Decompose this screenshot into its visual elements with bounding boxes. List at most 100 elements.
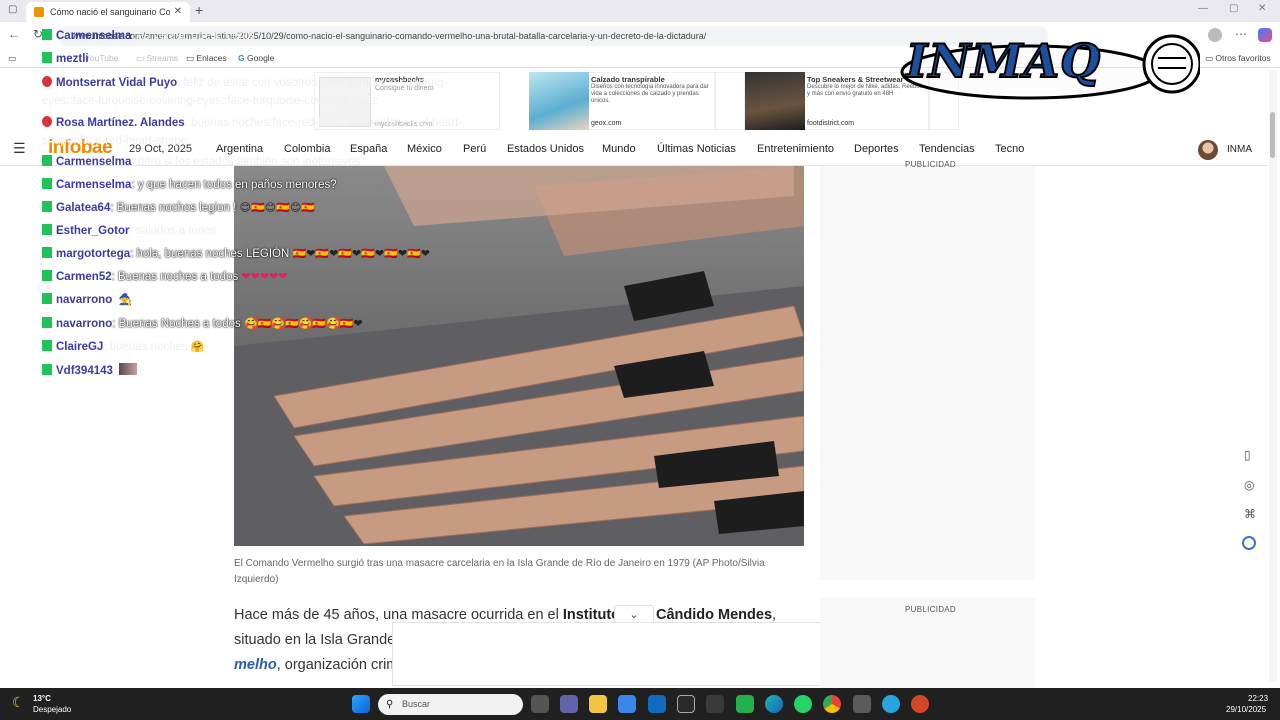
member-badge-icon bbox=[42, 247, 52, 258]
chat-user: Rosa Martínez. Alandes bbox=[56, 117, 185, 129]
task-view-icon[interactable] bbox=[531, 695, 549, 713]
article-photo bbox=[234, 166, 804, 546]
clock-time[interactable]: 22:23 bbox=[1248, 694, 1268, 703]
chat-user: ClaireGJ bbox=[56, 341, 104, 353]
close-window-icon[interactable]: ✕ bbox=[1258, 3, 1266, 14]
chat-user: meztli bbox=[56, 53, 89, 65]
chat-message: navarrono: Buenas Noches a todos 🥰🇪🇸🥰🇪🇸🥰… bbox=[42, 317, 363, 330]
para-text-3: , organización crim bbox=[276, 657, 399, 673]
new-tab-icon[interactable]: + bbox=[195, 2, 203, 18]
browser-tab-bar: ▢ Cómo nació el sanguinario Coma ✕ + — ▢… bbox=[0, 0, 1280, 22]
more-menu-icon[interactable]: ⋯ bbox=[1235, 27, 1247, 41]
chat-text: : es verdad que la gente bbox=[131, 30, 255, 42]
scrollbar-thumb[interactable] bbox=[1270, 112, 1275, 158]
chat-user: Carmenselma bbox=[56, 30, 132, 42]
moderator-badge-icon bbox=[42, 116, 52, 127]
other-favorites[interactable]: ▭ Otros favoritos bbox=[1205, 53, 1271, 64]
telegram-icon[interactable] bbox=[882, 695, 900, 713]
reader-mode-icon[interactable]: ▯ bbox=[1244, 448, 1251, 462]
nav-mundo[interactable]: Mundo bbox=[602, 143, 636, 155]
whatsapp-icon[interactable] bbox=[794, 695, 812, 713]
tab-actions-icon[interactable]: ▢ bbox=[8, 4, 17, 15]
nav-tendencias[interactable]: Tendencias bbox=[919, 143, 975, 155]
chat-message: Vdf394143: bbox=[42, 363, 138, 377]
chat-user: Carmen52 bbox=[56, 271, 112, 283]
sidebar-toggle-icon[interactable]: ▭ bbox=[8, 53, 16, 64]
article-link[interactable]: melho bbox=[234, 657, 277, 673]
infobae-favicon-icon bbox=[34, 7, 44, 17]
nav-deportes[interactable]: Deportes bbox=[854, 143, 899, 155]
nav-tecno[interactable]: Tecno bbox=[995, 143, 1024, 155]
chat-message: margotortega: hola, buenas noches LEGIÓN… bbox=[42, 247, 430, 260]
member-badge-icon bbox=[42, 178, 52, 189]
ad-text: Diseños con tecnología innovadora para d… bbox=[591, 84, 709, 104]
hug-emoji-icon: 🤗 bbox=[190, 341, 205, 353]
chat-user: Carmenselma bbox=[56, 179, 132, 191]
assistant-icon[interactable] bbox=[1242, 536, 1256, 550]
chat-user: Esther_Gotor bbox=[56, 225, 130, 237]
copilot-icon[interactable] bbox=[1258, 28, 1272, 42]
powerpoint-icon[interactable] bbox=[911, 695, 929, 713]
hamburger-menu-icon[interactable]: ☰ bbox=[13, 140, 26, 157]
back-icon[interactable]: ← bbox=[8, 27, 20, 41]
file-explorer-icon[interactable] bbox=[589, 695, 607, 713]
article-paragraph-line3: melho, organización crim bbox=[234, 653, 398, 678]
member-badge-icon bbox=[42, 340, 52, 351]
nav-estados-unidos[interactable]: Estados Unidos bbox=[507, 143, 584, 155]
extensions-icon[interactable]: ⌘ bbox=[1244, 507, 1256, 521]
user-name[interactable]: INMA bbox=[1227, 144, 1252, 155]
outlook-icon[interactable] bbox=[648, 695, 666, 713]
chat-text: : pero si los estados también son inofen… bbox=[131, 156, 361, 168]
settings-app-icon[interactable] bbox=[706, 695, 724, 713]
ad-title: Calzado transpirable bbox=[591, 75, 665, 84]
tab-title: Cómo nació el sanguinario Coma bbox=[50, 7, 170, 17]
search-icon: ⚲ bbox=[386, 699, 394, 710]
close-tab-icon[interactable]: ✕ bbox=[174, 2, 182, 22]
fav-streams[interactable]: ▭ Streams bbox=[136, 53, 178, 64]
sticker-image bbox=[119, 363, 138, 375]
sidebar-ad-1[interactable] bbox=[820, 166, 1035, 580]
chrome-icon[interactable] bbox=[823, 695, 841, 713]
fav-youtube[interactable]: YouTube bbox=[85, 53, 118, 63]
stream-logo-text: INMAQ bbox=[905, 33, 1102, 89]
share-icon[interactable]: ◎ bbox=[1244, 478, 1254, 492]
ad-url: geox.com bbox=[591, 120, 622, 127]
weather-temp[interactable]: 13°C bbox=[33, 694, 51, 703]
ad-geox-image[interactable] bbox=[529, 72, 589, 130]
nav-ultimas-noticias[interactable]: Últimas Noticias bbox=[657, 143, 736, 155]
emoji-icon: 🧙 bbox=[118, 294, 133, 306]
member-badge-icon bbox=[42, 293, 52, 304]
sidebar-ad-label-1: PUBLICIDAD bbox=[905, 160, 957, 169]
browser-tab[interactable]: Cómo nació el sanguinario Coma ✕ bbox=[26, 2, 190, 22]
store-icon[interactable] bbox=[618, 695, 636, 713]
chat-text: : Buenas nochos legion ! bbox=[110, 202, 240, 214]
video-overlay-panel[interactable] bbox=[392, 622, 879, 686]
fav-google[interactable]: G Google bbox=[238, 53, 274, 63]
maximize-icon[interactable]: ▢ bbox=[1229, 3, 1238, 14]
fav-enlaces[interactable]: ▭ Enlaces bbox=[186, 53, 227, 64]
edge-browser-icon[interactable] bbox=[765, 695, 783, 713]
ad-separator bbox=[715, 72, 745, 130]
member-badge-icon bbox=[42, 364, 52, 375]
green-app-icon[interactable] bbox=[736, 695, 754, 713]
photos-app-icon[interactable] bbox=[853, 695, 871, 713]
minimize-icon[interactable]: — bbox=[1198, 3, 1208, 14]
chat-message: meztli bbox=[42, 52, 89, 65]
weather-desc[interactable]: Despejado bbox=[33, 705, 71, 714]
teams-icon[interactable] bbox=[560, 695, 578, 713]
member-badge-icon bbox=[42, 29, 52, 40]
page-scrollbar[interactable] bbox=[1269, 70, 1277, 682]
profile-icon[interactable] bbox=[1208, 28, 1222, 42]
weather-moon-icon[interactable]: ☾ bbox=[12, 694, 25, 711]
para-text: Hace más de 45 años, una masacre ocurrid… bbox=[234, 607, 563, 623]
start-windows-icon[interactable] bbox=[352, 695, 370, 713]
chat-message: navarrono: 🧙 bbox=[42, 293, 132, 306]
ad-geox[interactable]: Calzado transpirable Diseños con tecnolo… bbox=[589, 72, 715, 130]
user-avatar[interactable] bbox=[1198, 140, 1218, 160]
ad-footdistrict-image[interactable] bbox=[745, 72, 805, 130]
clock-date[interactable]: 29/10/2025 bbox=[1226, 705, 1266, 714]
taskbar-search[interactable]: ⚲ Buscar bbox=[378, 694, 523, 715]
chat-text: : bbox=[112, 365, 117, 377]
app-icon[interactable] bbox=[677, 695, 695, 713]
nav-entretenimiento[interactable]: Entretenimiento bbox=[757, 143, 834, 155]
